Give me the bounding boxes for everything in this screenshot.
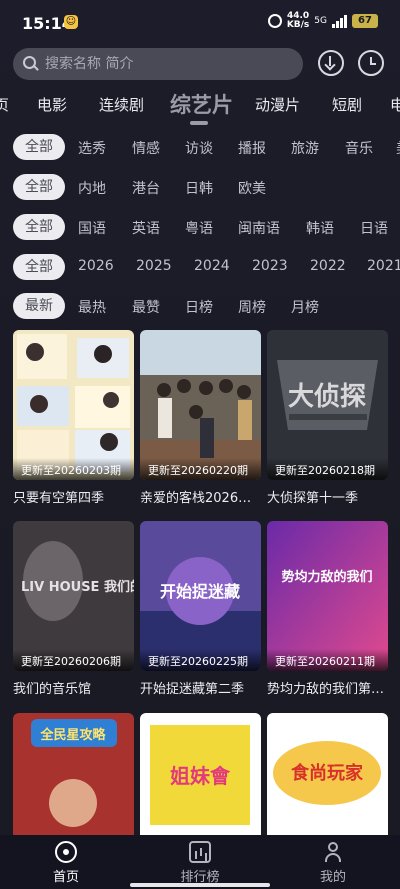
show-title: 只要有空第四季 [13, 491, 105, 506]
home-icon [55, 841, 77, 863]
filter-option[interactable]: 2021 [367, 258, 400, 274]
search-bar[interactable] [13, 48, 303, 80]
svg-text:姐妹會: 姐妹會 [170, 764, 231, 788]
profile-icon [322, 841, 344, 863]
svg-text:全民星攻略: 全民星攻略 [39, 727, 106, 743]
filter-option[interactable]: 2026 [78, 258, 114, 274]
filter-option[interactable]: 播报 [238, 138, 266, 158]
bottom-nav: 首页 排行榜 我的 [0, 835, 400, 889]
filter-option[interactable]: 2024 [194, 258, 230, 274]
filter-chip-selected[interactable]: 全部 [13, 134, 65, 160]
signal-icon [332, 14, 347, 28]
filter-option[interactable]: 选秀 [78, 138, 106, 158]
battery-icon: 67 [352, 14, 378, 28]
filter-language: 全部 国语 英语 粤语 闽南语 韩语 日语 [0, 214, 400, 246]
tab-ranking[interactable]: 排行榜 [165, 841, 235, 885]
status-bar: 15:14 ☺ 44.0 KB/s 5G 67 [0, 0, 400, 44]
tab-movies[interactable]: 电影 [37, 94, 67, 115]
filter-option[interactable]: 旅游 [291, 138, 319, 158]
filter-option[interactable]: 内地 [78, 178, 106, 198]
tab-category[interactable]: 页 [0, 94, 9, 115]
svg-text:LIV HOUSE 我们的音乐馆: LIV HOUSE 我们的音乐馆 [21, 579, 134, 595]
filter-chip-selected[interactable]: 最新 [13, 293, 65, 319]
active-tab-indicator [190, 121, 208, 125]
filter-option[interactable]: 国语 [78, 218, 106, 238]
filter-option[interactable]: 最赞 [132, 297, 160, 317]
show-card[interactable]: 更新至20260220期 亲爱的客栈2026第1期 [140, 330, 261, 506]
show-card[interactable]: 势均力敌的我们 更新至20260211期 势均力敌的我们第二季 [267, 521, 388, 697]
filter-option[interactable]: 周榜 [238, 297, 266, 317]
filter-option[interactable]: 访谈 [185, 138, 213, 158]
svg-text:大侦探: 大侦探 [288, 382, 366, 412]
filter-option[interactable]: 日韩 [185, 178, 213, 198]
filter-option[interactable]: 欧美 [238, 178, 266, 198]
filter-option[interactable]: 日语 [360, 218, 388, 238]
filter-option[interactable]: 韩语 [306, 218, 334, 238]
filter-region: 全部 内地 港台 日韩 欧美 [0, 174, 400, 206]
show-title: 我们的音乐馆 [13, 682, 92, 697]
svg-text:食尚玩家: 食尚玩家 [290, 762, 364, 784]
poster: 势均力敌的我们 更新至20260211期 [267, 521, 388, 671]
tab-category[interactable]: 电 [390, 94, 400, 115]
filter-option[interactable]: 2022 [310, 258, 346, 274]
tab-profile[interactable]: 我的 [298, 841, 368, 885]
tab-home[interactable]: 首页 [31, 841, 101, 885]
network-type: 5G [314, 16, 327, 26]
filter-option[interactable]: 日榜 [185, 297, 213, 317]
download-icon[interactable] [318, 50, 344, 76]
search-icon [23, 56, 39, 72]
poster: 大侦探 更新至20260218期 [267, 330, 388, 480]
filter-chip-selected[interactable]: 全部 [13, 254, 65, 280]
show-title: 大侦探第十一季 [267, 491, 359, 506]
filter-option[interactable]: 英语 [132, 218, 160, 238]
filter-sort: 最新 最热 最赞 日榜 周榜 月榜 [0, 293, 400, 325]
search-input[interactable] [43, 55, 287, 73]
show-title: 开始捉迷藏第二季 [140, 682, 245, 697]
notification-app-icon: ☺ [64, 15, 78, 29]
tab-series[interactable]: 连续剧 [99, 94, 144, 115]
show-card[interactable]: LIV HOUSE 我们的音乐馆 更新至20260206期 我们的音乐馆 [13, 521, 134, 697]
show-card[interactable]: 大侦探 更新至20260218期 大侦探第十一季 [267, 330, 388, 506]
poster: 更新至20260220期 [140, 330, 261, 480]
svg-text:势均力敌的我们: 势均力敌的我们 [281, 569, 372, 585]
filter-option[interactable]: 月榜 [291, 297, 319, 317]
filter-option[interactable]: 2023 [252, 258, 288, 274]
filter-option[interactable]: 2025 [136, 258, 172, 274]
network-speed: 44.0 KB/s [286, 11, 310, 30]
poster: LIV HOUSE 我们的音乐馆 更新至20260206期 [13, 521, 134, 671]
tab-variety[interactable]: 综艺片 [170, 89, 233, 119]
show-title: 亲爱的客栈2026第1期 [140, 491, 261, 506]
filter-genre: 全部 选秀 情感 访谈 播报 旅游 音乐 美 [0, 134, 400, 166]
show-title: 势均力敌的我们第二季 [267, 682, 388, 697]
category-tabs: 页 电影 连续剧 综艺片 动漫片 短剧 电 [0, 88, 400, 122]
filter-option[interactable]: 情感 [132, 138, 160, 158]
poster: 更新至20260203期 [13, 330, 134, 480]
filter-option[interactable]: 音乐 [345, 138, 373, 158]
filter-option[interactable]: 闽南语 [238, 218, 280, 238]
filter-year: 全部 2026 2025 2024 2023 2022 2021 [0, 254, 400, 286]
show-card[interactable]: 更新至20260203期 只要有空第四季 [13, 330, 134, 506]
history-icon[interactable] [358, 50, 384, 76]
filter-option[interactable]: 港台 [132, 178, 160, 198]
svg-text:开始捉迷藏: 开始捉迷藏 [160, 582, 240, 601]
filter-option[interactable]: 最热 [78, 297, 106, 317]
filter-option[interactable]: 美 [396, 138, 400, 158]
filter-chip-selected[interactable]: 全部 [13, 214, 65, 240]
alarm-icon [267, 14, 282, 28]
filter-chip-selected[interactable]: 全部 [13, 174, 65, 200]
filter-option[interactable]: 粤语 [185, 218, 213, 238]
show-card[interactable]: 开始捉迷藏 更新至20260225期 开始捉迷藏第二季 [140, 521, 261, 697]
tab-short-drama[interactable]: 短剧 [332, 94, 362, 115]
tab-anime[interactable]: 动漫片 [255, 94, 300, 115]
ranking-icon [189, 841, 211, 863]
poster: 开始捉迷藏 更新至20260225期 [140, 521, 261, 671]
gesture-bar [130, 883, 270, 887]
